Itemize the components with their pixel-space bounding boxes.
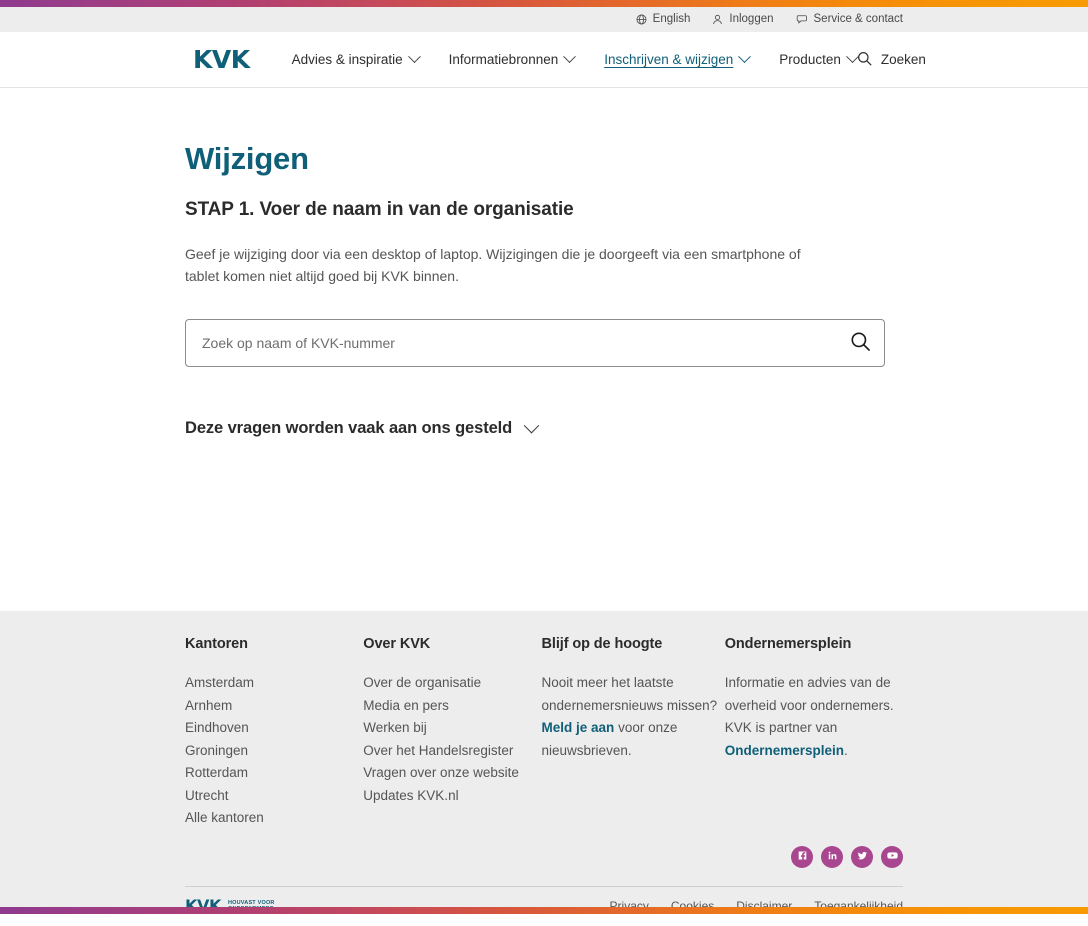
search-icon <box>850 331 871 355</box>
organisation-search-box <box>185 318 885 367</box>
nav-item-inschrijven-wijzigen[interactable]: Inschrijven & wijzigen <box>604 49 752 68</box>
kvk-logo[interactable]: KVK <box>193 47 250 72</box>
utility-item-english[interactable]: English <box>636 12 691 26</box>
list-item[interactable]: Media en pers <box>363 695 541 718</box>
list-item[interactable]: Utrecht <box>185 785 363 808</box>
nav-item-producten[interactable]: Producten <box>779 49 859 68</box>
chevron-down-icon <box>407 49 421 63</box>
list-item[interactable]: Werken bij <box>363 717 541 740</box>
footer-column-heading: Over KVK <box>363 636 431 652</box>
faq-accordion-toggle[interactable]: Deze vragen worden vaak aan ons gesteld <box>185 417 540 438</box>
twitter-icon <box>856 849 869 865</box>
main-content: Wijzigen STAP 1. Voer de naam in van de … <box>0 88 1088 608</box>
list-item[interactable]: Arnhem <box>185 695 363 718</box>
faq-accordion-label: Deze vragen worden vaak aan ons gesteld <box>185 418 513 437</box>
globe-icon <box>636 14 647 25</box>
youtube-icon <box>886 849 899 865</box>
list-item[interactable]: Amsterdam <box>185 672 363 695</box>
ondernemersplein-text-before: Informatie en advies van de overheid voo… <box>724 675 894 735</box>
site-header: KVK Advies & inspiratie Informatiebronne… <box>0 32 1088 88</box>
footer-column-ondernemersplein: Ondernemersplein Informatie en advies va… <box>725 636 903 830</box>
chevron-down-icon <box>738 49 752 63</box>
intro-paragraph: Geef je wijziging door via een desktop o… <box>185 245 801 285</box>
footer-column-heading: Ondernemersplein <box>724 636 852 652</box>
utility-item-service-contact[interactable]: Service & contact <box>796 12 903 26</box>
facebook-link[interactable] <box>791 845 813 868</box>
newsletter-text-before: Nooit meer het laatste ondernemersnieuws… <box>541 675 718 713</box>
list-item[interactable]: Updates KVK.nl <box>363 785 541 808</box>
linkedin-icon <box>826 849 839 865</box>
list-item[interactable]: Rotterdam <box>185 762 363 785</box>
twitter-link[interactable] <box>851 845 873 868</box>
list-item[interactable]: Vragen over onze website <box>363 762 541 785</box>
ondernemersplein-text-after: . <box>844 742 848 758</box>
newsletter-signup-link[interactable]: Meld je aan <box>542 720 615 735</box>
list-item[interactable]: Over het Handelsregister <box>363 740 541 763</box>
site-footer: Kantoren Amsterdam Arnhem Eindhoven Gron… <box>0 611 1088 914</box>
footer-bottom-bar: KVK HOUVAST VOOR ONDERNEMERS Privacy Coo… <box>185 885 903 926</box>
social-media-links <box>185 845 903 868</box>
top-gradient-bar <box>0 0 1088 7</box>
utility-item-inloggen[interactable]: Inloggen <box>712 12 774 26</box>
footer-columns: Kantoren Amsterdam Arnhem Eindhoven Gron… <box>185 611 903 830</box>
ondernemersplein-paragraph: Informatie en advies van de overheid voo… <box>725 672 903 762</box>
footer-column-heading: Blijf op de hoogte <box>541 636 663 652</box>
list-item[interactable]: Alle kantoren <box>185 807 363 830</box>
utility-item-label: Service & contact <box>813 12 903 25</box>
organisation-search-input[interactable] <box>186 319 836 366</box>
ondernemersplein-link[interactable]: Ondernemersplein <box>725 743 844 758</box>
footer-column-over-kvk: Over KVK Over de organisatie Media en pe… <box>363 636 541 830</box>
footer-link-list: Amsterdam Arnhem Eindhoven Groningen Rot… <box>185 672 363 830</box>
list-item[interactable]: Over de organisatie <box>363 672 541 695</box>
list-item[interactable]: Groningen <box>185 740 363 763</box>
nav-item-advies-inspiratie[interactable]: Advies & inspiratie <box>291 49 421 68</box>
nav-item-label: Informatiebronnen <box>448 51 559 67</box>
linkedin-link[interactable] <box>821 845 843 868</box>
header-search-button[interactable]: Zoeken <box>857 51 926 69</box>
utility-item-label: Inloggen <box>729 12 774 25</box>
page-title: Wijzigen <box>185 141 309 176</box>
list-item[interactable]: Eindhoven <box>185 717 363 740</box>
utility-item-label: English <box>652 12 691 25</box>
chevron-down-icon <box>523 417 540 434</box>
speech-bubble-icon <box>796 14 808 25</box>
footer-column-heading: Kantoren <box>185 636 248 652</box>
nav-item-label: Inschrijven & wijzigen <box>604 51 734 67</box>
utility-bar: English Inloggen Service & contact <box>0 7 1088 32</box>
search-icon <box>857 51 872 69</box>
organisation-search-submit[interactable] <box>836 320 884 366</box>
nav-item-informatiebronnen[interactable]: Informatiebronnen <box>448 49 577 68</box>
newsletter-paragraph: Nooit meer het laatste ondernemersnieuws… <box>542 672 725 762</box>
header-search-label: Zoeken <box>880 52 926 67</box>
chevron-down-icon <box>563 49 577 63</box>
bottom-gradient-bar <box>0 907 1088 914</box>
footer-link-list: Over de organisatie Media en pers Werken… <box>363 672 541 807</box>
user-icon <box>712 14 723 25</box>
nav-item-label: Advies & inspiratie <box>291 51 403 67</box>
utility-links: English Inloggen Service & contact <box>636 12 903 26</box>
nav-item-label: Producten <box>779 51 841 67</box>
main-navigation: Advies & inspiratie Informatiebronnen In… <box>291 49 859 68</box>
footer-column-kantoren: Kantoren Amsterdam Arnhem Eindhoven Gron… <box>185 636 363 830</box>
footer-column-nieuwsbrief: Blijf op de hoogte Nooit meer het laatst… <box>542 636 725 830</box>
youtube-link[interactable] <box>881 845 903 868</box>
step-title: STAP 1. Voer de naam in van de organisat… <box>185 198 574 220</box>
facebook-icon <box>796 849 809 865</box>
